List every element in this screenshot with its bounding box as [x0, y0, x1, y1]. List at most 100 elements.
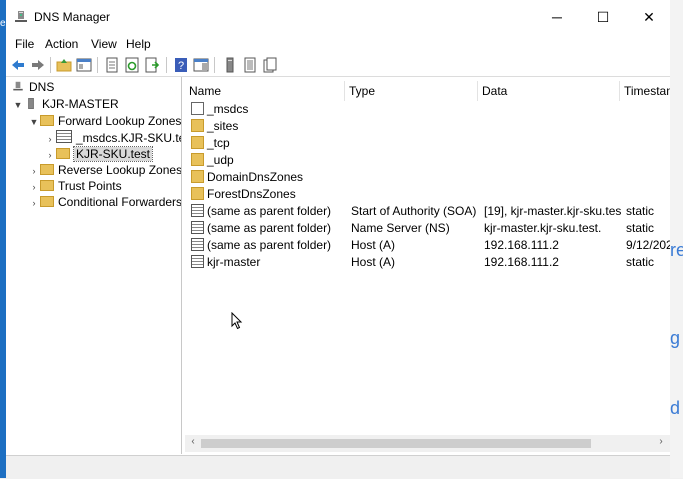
menu-view[interactable]: View	[91, 37, 117, 51]
table-row[interactable]: kjr-master Host (A) 192.168.111.2 static	[185, 254, 670, 271]
column-header-type[interactable]: Type	[345, 81, 478, 101]
folder-icon	[40, 196, 54, 207]
help-icon[interactable]: ?	[173, 57, 189, 73]
zone-folder-icon	[56, 148, 70, 159]
scrollbar-thumb[interactable]	[201, 439, 591, 448]
scroll-left-icon[interactable]: ‹	[186, 436, 200, 451]
expand-chevron-icon[interactable]: ▼	[12, 97, 24, 113]
folder-icon	[191, 170, 204, 183]
record-name-text: kjr-master	[207, 255, 261, 269]
dns-icon	[13, 81, 23, 91]
table-row[interactable]: _sites	[185, 118, 670, 135]
horizontal-scrollbar[interactable]: ‹ ›	[185, 435, 670, 452]
record-timestamp: 9/12/2025	[626, 237, 670, 254]
folder-icon	[40, 164, 54, 175]
tree-node-trust-points[interactable]: › Trust Points	[28, 178, 122, 194]
close-button[interactable]: ✕	[626, 0, 672, 34]
server-icon	[28, 98, 34, 109]
record-icon	[191, 255, 204, 268]
record-icon	[191, 204, 204, 217]
table-row[interactable]: ForestDnsZones	[185, 186, 670, 203]
collapse-chevron-icon[interactable]: ›	[44, 147, 56, 163]
record-name: DomainDnsZones	[191, 169, 341, 186]
export-list-icon[interactable]	[144, 57, 160, 73]
tree-node-forward-lookup-zones[interactable]: ▼ Forward Lookup Zones	[28, 113, 181, 129]
record-data-text: [19], kjr-master.kjr-sku.tes...	[484, 204, 622, 218]
record-icon	[191, 238, 204, 251]
record-timestamp-text: 9/12/2025	[626, 238, 670, 252]
folder-icon	[191, 153, 204, 166]
maximize-button[interactable]: ☐	[580, 0, 626, 34]
record-name: (same as parent folder)	[191, 203, 341, 220]
tree-label: DNS	[29, 80, 55, 94]
table-row[interactable]: (same as parent folder) Name Server (NS) k…	[185, 220, 670, 237]
action-pane-icon[interactable]	[193, 57, 209, 73]
collapse-chevron-icon[interactable]: ›	[44, 131, 56, 147]
expand-chevron-icon[interactable]: ▼	[28, 114, 40, 130]
table-row[interactable]: _udp	[185, 152, 670, 169]
column-header-timestamp[interactable]: Timestam	[620, 81, 670, 101]
refresh-icon[interactable]	[124, 57, 140, 73]
record-type-text: Host (A)	[351, 255, 396, 269]
tree-node-reverse-lookup-zones[interactable]: › Reverse Lookup Zones	[28, 162, 182, 178]
record-name-text: _sites	[207, 119, 239, 133]
folder-icon	[191, 119, 204, 132]
record-type-text: Host (A)	[351, 238, 396, 252]
title-bar[interactable]: DNS Manager ─ ☐ ✕	[6, 0, 670, 34]
table-row[interactable]: (same as parent folder) Start of Authorit…	[185, 203, 670, 220]
tree-node-server[interactable]: ▼ KJR-MASTER	[12, 96, 119, 112]
status-bar	[6, 455, 670, 479]
menu-file[interactable]: File	[15, 37, 34, 51]
record-name: _msdcs	[191, 101, 341, 118]
zone-icon	[56, 130, 72, 143]
records-list-icon[interactable]	[242, 57, 258, 73]
table-row[interactable]: (same as parent folder) Host (A) 192.168.1…	[185, 237, 670, 254]
mouse-cursor-icon	[231, 312, 243, 330]
column-header-data[interactable]: Data	[478, 81, 620, 101]
minimize-button[interactable]: ─	[534, 0, 580, 34]
tree-node-msdcs-zone[interactable]: › _msdcs.KJR-SKU.test	[44, 130, 181, 147]
record-data: [19], kjr-master.kjr-sku.tes...	[484, 203, 622, 220]
toolbar: ?	[6, 54, 670, 77]
record-copy-icon[interactable]	[262, 57, 278, 73]
scroll-right-icon[interactable]: ›	[654, 436, 668, 451]
table-row[interactable]: _tcp	[185, 135, 670, 152]
desktop-right-edge: re g d	[670, 0, 683, 478]
record-name: _tcp	[191, 135, 341, 152]
tree-label: Forward Lookup Zones	[58, 114, 182, 128]
server-icon[interactable]	[222, 57, 238, 73]
collapse-chevron-icon[interactable]: ›	[28, 195, 40, 211]
tree-label: KJR-MASTER	[42, 97, 119, 111]
menu-help[interactable]: Help	[126, 37, 151, 51]
record-name: _udp	[191, 152, 341, 169]
tree-node-dns[interactable]: DNS	[11, 79, 54, 95]
console-tree: DNS ▼ KJR-MASTER ▼ Forward Lookup Zones › _…	[6, 77, 182, 454]
menu-action[interactable]: Action	[45, 37, 78, 51]
tree-node-conditional-forwarders[interactable]: › Conditional Forwarders	[28, 194, 182, 210]
zone-folder-icon	[191, 102, 204, 115]
dns-app-icon	[15, 11, 27, 22]
table-row[interactable]: DomainDnsZones	[185, 169, 670, 186]
up-folder-icon[interactable]	[56, 57, 72, 73]
toolbar-separator	[50, 57, 51, 73]
window-title: DNS Manager	[34, 10, 111, 24]
collapse-chevron-icon[interactable]: ›	[28, 179, 40, 195]
desktop-glyph-1: re	[670, 240, 683, 260]
record-type: Name Server (NS)	[351, 220, 481, 237]
table-row[interactable]: _msdcs	[185, 101, 670, 118]
toolbar-separator	[97, 57, 98, 73]
record-icon	[191, 221, 204, 234]
show-hide-tree-icon[interactable]	[76, 57, 92, 73]
back-arrow-icon[interactable]	[10, 57, 26, 73]
column-header-name[interactable]: Name	[185, 81, 345, 101]
folder-icon	[191, 136, 204, 149]
collapse-chevron-icon[interactable]: ›	[28, 163, 40, 179]
svg-text:?: ?	[178, 60, 184, 72]
properties-icon[interactable]	[104, 57, 120, 73]
forward-arrow-icon[interactable]	[30, 57, 46, 73]
tree-label: _msdcs.KJR-SKU.test	[76, 131, 181, 145]
tree-node-kjr-sku-test[interactable]: › KJR-SKU.test	[44, 146, 154, 163]
record-data: 192.168.111.2	[484, 237, 622, 254]
record-name-text: (same as parent folder)	[207, 221, 332, 235]
record-name-text: ForestDnsZones	[207, 187, 296, 201]
